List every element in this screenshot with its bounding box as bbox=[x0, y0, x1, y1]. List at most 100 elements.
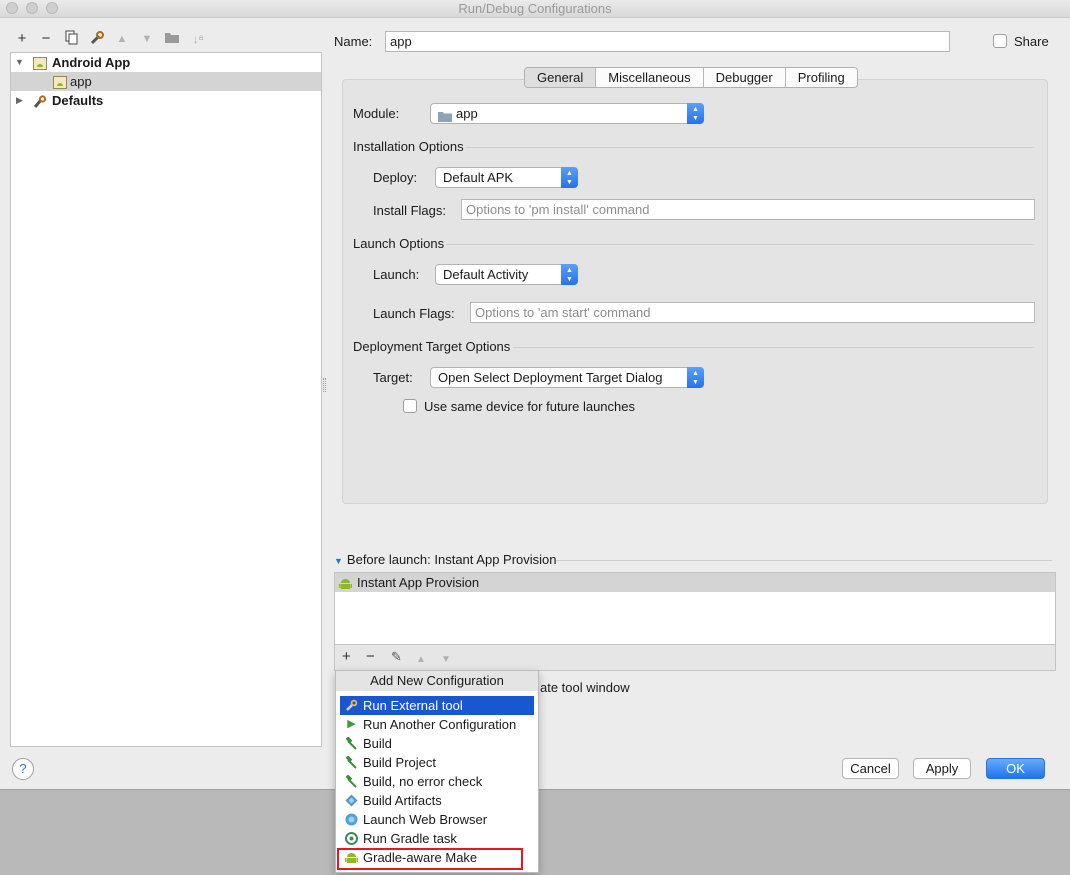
target-select[interactable]: Open Select Deployment Target Dialog ▲ ▼ bbox=[430, 367, 704, 388]
select-stepper-icon: ▲ ▼ bbox=[561, 264, 578, 285]
select-stepper-icon: ▲ ▼ bbox=[561, 167, 578, 188]
menu-item-build[interactable]: Build bbox=[340, 734, 534, 753]
hammer-icon bbox=[345, 736, 358, 750]
tree-item-label: app bbox=[70, 74, 92, 89]
section-divider bbox=[556, 560, 1052, 561]
hammer-icon bbox=[345, 755, 358, 769]
deploy-select-value: Default APK bbox=[443, 170, 514, 185]
tab-general[interactable]: General bbox=[525, 68, 596, 87]
deployment-target-options-title: Deployment Target Options bbox=[353, 339, 511, 354]
installation-options-title: Installation Options bbox=[353, 139, 464, 154]
install-flags-input[interactable]: Options to 'pm install' command bbox=[461, 199, 1035, 220]
section-divider bbox=[446, 244, 1034, 245]
menu-item-run-external-tool[interactable]: Run External tool bbox=[340, 696, 534, 715]
menu-item-label: Build Artifacts bbox=[363, 793, 442, 808]
list-item[interactable]: Instant App Provision bbox=[335, 573, 1055, 592]
menu-item-launch-web-browser[interactable]: Launch Web Browser bbox=[340, 810, 534, 829]
up-arrow-icon[interactable]: ▲ bbox=[416, 652, 426, 668]
gradle-icon bbox=[345, 832, 358, 845]
before-launch-header[interactable]: ▼ Before launch: Instant App Provision bbox=[334, 552, 557, 567]
wrench-icon bbox=[33, 94, 47, 108]
same-device-checkbox[interactable] bbox=[403, 399, 417, 413]
title-bar: Run/Debug Configurations bbox=[0, 0, 1070, 18]
name-label: Name: bbox=[334, 34, 373, 49]
list-item-label: Instant App Provision bbox=[357, 575, 480, 590]
select-stepper-icon: ▲ ▼ bbox=[687, 367, 704, 388]
menu-item-label: Run Gradle task bbox=[363, 831, 457, 846]
play-icon: ▶ bbox=[347, 718, 356, 730]
hammer-icon bbox=[345, 774, 358, 788]
menu-item-run-another-configuration[interactable]: ▶ Run Another Configuration bbox=[340, 715, 534, 734]
cancel-button[interactable]: Cancel bbox=[842, 758, 899, 779]
help-button[interactable]: ? bbox=[12, 758, 34, 780]
collapse-arrow-icon[interactable]: ▶ bbox=[16, 91, 26, 110]
menu-item-build-artifacts[interactable]: Build Artifacts bbox=[340, 791, 534, 810]
apply-button[interactable]: Apply bbox=[913, 758, 971, 779]
tab-debugger[interactable]: Debugger bbox=[702, 68, 785, 87]
select-stepper-icon: ▲ ▼ bbox=[687, 103, 704, 124]
menu-item-label: Run Another Configuration bbox=[363, 717, 517, 732]
menu-item-build-project[interactable]: Build Project bbox=[340, 753, 534, 772]
up-arrow-icon[interactable]: ▲ bbox=[113, 30, 131, 48]
globe-icon bbox=[345, 813, 358, 826]
menu-item-label: Build bbox=[363, 736, 392, 751]
minus-icon[interactable]: − bbox=[37, 30, 55, 48]
tree-item-defaults[interactable]: ▶ Defaults bbox=[11, 91, 321, 110]
down-arrow-icon[interactable]: ▼ bbox=[138, 30, 156, 48]
expand-arrow-icon[interactable]: ▼ bbox=[15, 53, 25, 72]
pencil-icon[interactable]: ✎ bbox=[391, 649, 402, 665]
module-select[interactable]: app ▲ ▼ bbox=[430, 103, 704, 124]
launch-flags-input[interactable]: Options to 'am start' command bbox=[470, 302, 1035, 323]
section-divider bbox=[466, 147, 1034, 148]
menu-item-label: Run External tool bbox=[363, 698, 463, 713]
add-new-configuration-menu: Add New Configuration Run External tool … bbox=[335, 670, 539, 873]
deploy-label: Deploy: bbox=[373, 170, 418, 185]
ok-button[interactable]: OK bbox=[986, 758, 1045, 779]
wrench-icon[interactable] bbox=[88, 30, 106, 48]
folder-icon[interactable] bbox=[163, 30, 181, 48]
before-launch-list: Instant App Provision bbox=[334, 572, 1056, 645]
menu-item-run-gradle-task[interactable]: Run Gradle task bbox=[340, 829, 534, 848]
tree-item-label: Defaults bbox=[52, 93, 104, 108]
android-icon bbox=[339, 576, 352, 595]
tree-item-label: Android App bbox=[52, 55, 131, 70]
module-folder-icon bbox=[438, 108, 452, 127]
launch-select[interactable]: Default Activity ▲ ▼ bbox=[435, 264, 578, 285]
tab-profiling[interactable]: Profiling bbox=[784, 68, 857, 87]
deploy-select[interactable]: Default APK ▲ ▼ bbox=[435, 167, 578, 188]
launch-options-title: Launch Options bbox=[353, 236, 445, 251]
menu-item-label: Build Project bbox=[363, 755, 436, 770]
activate-tool-window-label: ate tool window bbox=[540, 680, 630, 695]
plus-icon[interactable]: + bbox=[13, 30, 31, 48]
launch-select-value: Default Activity bbox=[443, 267, 529, 282]
before-launch-title: Before launch: Instant App Provision bbox=[346, 552, 557, 567]
tree-item-android-app[interactable]: ▼ Android App bbox=[11, 53, 321, 72]
highlight-annotation-box bbox=[337, 848, 523, 870]
window-title: Run/Debug Configurations bbox=[458, 1, 612, 16]
expand-arrow-icon: ▼ bbox=[334, 556, 343, 566]
minus-icon[interactable]: − bbox=[366, 649, 375, 665]
install-flags-label: Install Flags: bbox=[373, 203, 446, 218]
share-label: Share bbox=[1014, 34, 1049, 49]
section-divider bbox=[513, 347, 1034, 348]
tab-bar: General Miscellaneous Debugger Profiling bbox=[524, 67, 858, 88]
menu-item-build-no-error-check[interactable]: Build, no error check bbox=[340, 772, 534, 791]
down-arrow-icon[interactable]: ▼ bbox=[441, 652, 451, 668]
target-label: Target: bbox=[373, 370, 413, 385]
tab-miscellaneous[interactable]: Miscellaneous bbox=[595, 68, 703, 87]
share-checkbox[interactable] bbox=[993, 34, 1007, 48]
splitter-handle[interactable] bbox=[323, 378, 326, 392]
menu-item-label: Launch Web Browser bbox=[363, 812, 488, 827]
plus-icon[interactable]: + bbox=[342, 649, 351, 665]
menu-title: Add New Configuration bbox=[336, 671, 538, 691]
sort-icon[interactable]: ↓ᵃ bbox=[189, 30, 207, 48]
name-input[interactable]: app bbox=[385, 31, 950, 52]
tree-item-app[interactable]: app bbox=[11, 72, 321, 91]
same-device-label: Use same device for future launches bbox=[424, 399, 635, 414]
android-app-icon bbox=[33, 56, 47, 70]
launch-flags-label: Launch Flags: bbox=[373, 306, 455, 321]
android-app-icon bbox=[53, 75, 67, 89]
target-select-value: Open Select Deployment Target Dialog bbox=[438, 370, 663, 385]
menu-item-label: Build, no error check bbox=[363, 774, 483, 789]
copy-icon[interactable] bbox=[63, 30, 81, 48]
